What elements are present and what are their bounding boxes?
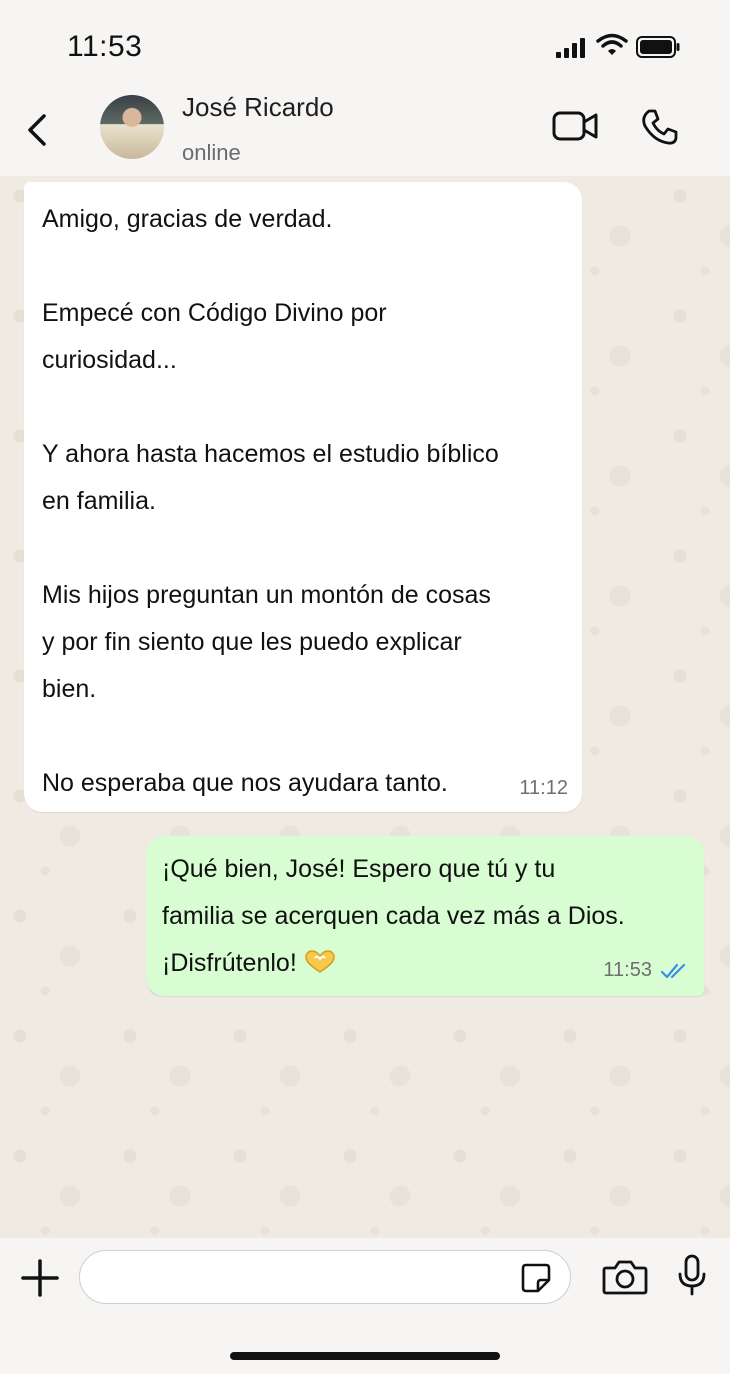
message-input[interactable]: [79, 1250, 571, 1304]
contact-avatar[interactable]: [100, 95, 164, 159]
status-time: 11:53: [67, 30, 143, 63]
outgoing-message-meta: 11:53: [603, 959, 690, 982]
sticker-icon[interactable]: [520, 1262, 552, 1294]
battery-icon: [636, 36, 680, 58]
status-bar: 11:53: [0, 0, 730, 88]
read-double-check-icon: [660, 963, 686, 978]
contact-name[interactable]: José Ricardo: [182, 92, 334, 123]
phone-call-icon[interactable]: [640, 108, 678, 146]
outgoing-message-bubble[interactable]: ¡Qué bien, José! Espero que tú y tu fami…: [146, 836, 704, 996]
chat-header: José Ricardo online: [0, 88, 730, 176]
signal-icon: [556, 38, 585, 58]
outgoing-message-body: ¡Qué bien, José! Espero que tú y tu fami…: [162, 855, 625, 977]
heart-hands-icon: [305, 950, 335, 973]
microphone-icon[interactable]: [676, 1254, 708, 1296]
home-indicator[interactable]: [230, 1352, 500, 1360]
back-chevron-icon[interactable]: [24, 110, 52, 150]
message-timestamp: 11:53: [603, 959, 652, 981]
incoming-message-bubble[interactable]: Amigo, gracias de verdad. Empecé con Cód…: [24, 182, 582, 812]
incoming-message-text: Amigo, gracias de verdad. Empecé con Cód…: [42, 205, 499, 797]
plus-icon[interactable]: [20, 1258, 60, 1298]
wifi-icon: [596, 33, 628, 55]
message-timestamp: 11:12: [519, 777, 568, 799]
message-composer: [0, 1238, 730, 1374]
video-call-icon[interactable]: [552, 108, 598, 144]
camera-icon[interactable]: [602, 1258, 648, 1296]
contact-status: online: [182, 140, 241, 165]
